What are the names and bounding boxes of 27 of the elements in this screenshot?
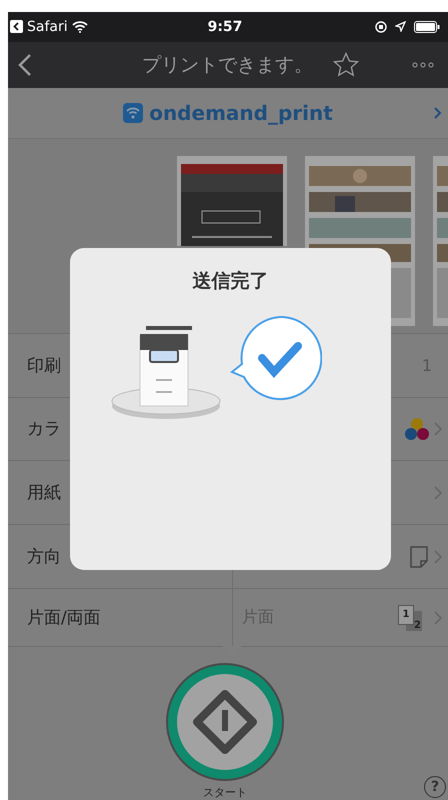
back-icon[interactable]: [18, 52, 32, 77]
setting-label: 方向: [26, 546, 62, 568]
setting-label: 片面/両面: [26, 607, 102, 630]
setting-label: 用紙: [26, 482, 62, 504]
setting-label: 印刷: [26, 354, 62, 377]
dialog-title: 送信完了: [192, 269, 268, 294]
help-icon[interactable]: ?: [424, 776, 446, 798]
setting-label: カラ: [26, 418, 62, 440]
start-icon: [192, 689, 258, 756]
chevron-icon: [434, 486, 442, 500]
rotation-lock-icon: [374, 20, 387, 33]
star-icon[interactable]: [333, 52, 359, 78]
more-icon[interactable]: [412, 62, 434, 68]
back-app-icon[interactable]: [10, 20, 23, 34]
start-label: スタート: [203, 785, 247, 800]
chevron-icon: [434, 550, 442, 564]
back-app-label[interactable]: Safari: [27, 18, 68, 35]
chevron-icon: [434, 610, 442, 625]
clock-time: 9:57: [206, 18, 244, 35]
wifi-icon: [123, 102, 144, 123]
battery-icon: [414, 20, 440, 33]
wifi-icon: [72, 20, 88, 33]
page-icon: [410, 546, 428, 568]
location-icon: [394, 21, 406, 32]
ink-dots-icon: [404, 416, 430, 441]
chevron-icon: [434, 422, 442, 436]
page-title: プリントできます。: [142, 52, 313, 78]
